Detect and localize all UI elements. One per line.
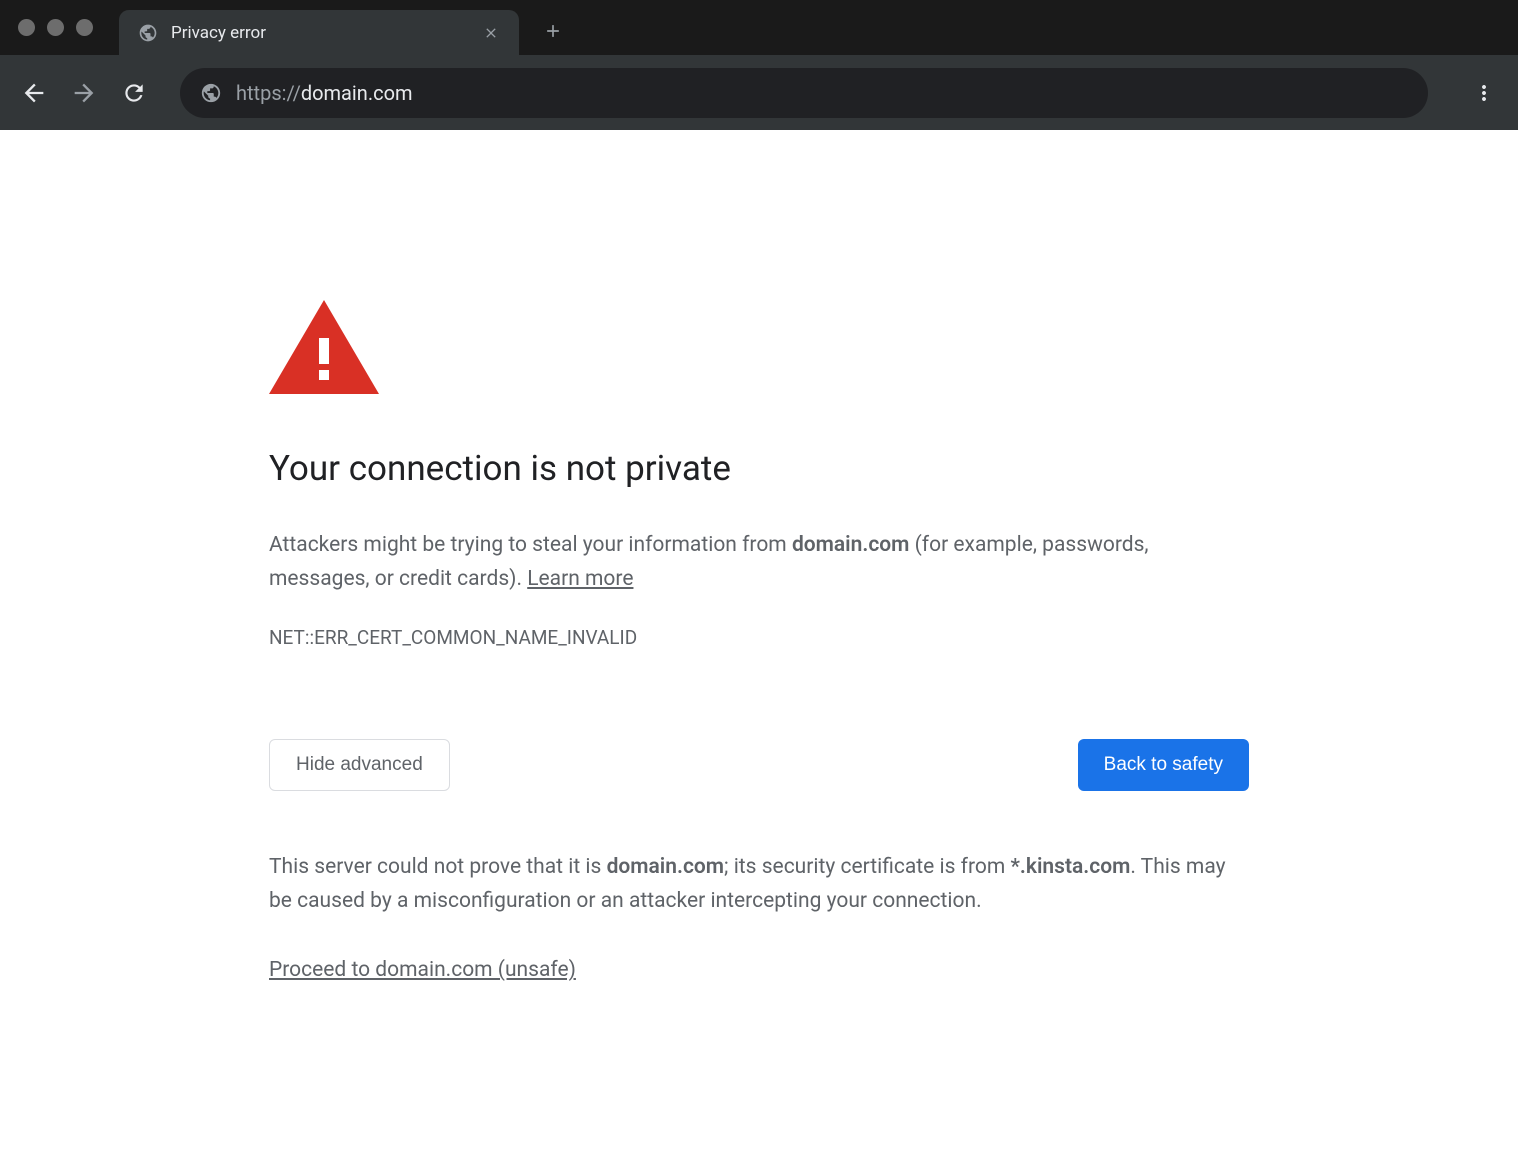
menu-button[interactable] (1468, 77, 1500, 109)
browser-chrome: Privacy error https://domain.com (0, 0, 1518, 130)
new-tab-button[interactable] (543, 19, 563, 47)
url-text: https://domain.com (236, 81, 413, 105)
toolbar: https://domain.com (0, 55, 1518, 130)
url-scheme: https:// (236, 81, 301, 105)
body-domain: domain.com (792, 533, 909, 557)
maximize-window-button[interactable] (76, 19, 93, 36)
back-to-safety-button[interactable]: Back to safety (1078, 739, 1249, 791)
page-content: Your connection is not private Attackers… (0, 130, 1518, 982)
body-prefix: Attackers might be trying to steal your … (269, 533, 792, 557)
advanced-details: This server could not prove that it is d… (269, 851, 1249, 918)
hide-advanced-button[interactable]: Hide advanced (269, 739, 450, 791)
advanced-cert: *.kinsta.com (1010, 855, 1130, 879)
advanced-prefix: This server could not prove that it is (269, 855, 607, 879)
globe-icon (200, 82, 222, 104)
error-headline: Your connection is not private (269, 448, 1249, 489)
error-body: Attackers might be trying to steal your … (269, 529, 1249, 596)
address-bar[interactable]: https://domain.com (180, 68, 1428, 118)
forward-button[interactable] (68, 77, 100, 109)
url-host: domain.com (301, 81, 413, 105)
globe-icon (137, 22, 159, 44)
minimize-window-button[interactable] (47, 19, 64, 36)
button-row: Hide advanced Back to safety (269, 739, 1249, 791)
learn-more-link[interactable]: Learn more (527, 567, 633, 591)
close-tab-icon[interactable] (481, 23, 501, 43)
window-controls (18, 19, 93, 36)
error-code: NET::ERR_CERT_COMMON_NAME_INVALID (269, 626, 1249, 649)
warning-triangle-icon (269, 300, 1249, 398)
title-bar: Privacy error (0, 0, 1518, 55)
advanced-mid: ; its security certificate is from (724, 855, 1010, 879)
close-window-button[interactable] (18, 19, 35, 36)
browser-tab[interactable]: Privacy error (119, 10, 519, 55)
proceed-unsafe-link[interactable]: Proceed to domain.com (unsafe) (269, 958, 576, 982)
advanced-domain: domain.com (607, 855, 724, 879)
back-button[interactable] (18, 77, 50, 109)
tab-title: Privacy error (171, 23, 469, 43)
ssl-interstitial: Your connection is not private Attackers… (269, 300, 1249, 982)
reload-button[interactable] (118, 77, 150, 109)
